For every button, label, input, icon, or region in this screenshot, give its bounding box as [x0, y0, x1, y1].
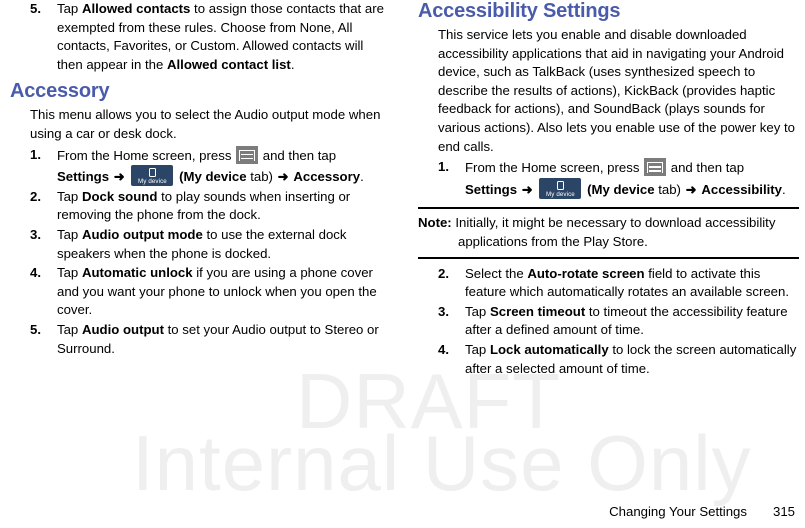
step-text: From the Home screen, press and then tap… [465, 158, 799, 200]
arrow-right-icon: ➜ [521, 181, 533, 197]
step-text-part: Tap [57, 1, 82, 16]
target-menu-label: Accessibility [701, 181, 782, 197]
my-device-icon-label: My device [546, 190, 575, 198]
step-number: 5. [30, 1, 41, 16]
accessibility-step-list-2: 2. Select the Auto-rotate screen field t… [418, 265, 799, 379]
tab-suffix: tab) [654, 181, 681, 197]
footer-page-number: 315 [772, 504, 795, 519]
phone-glyph-icon [556, 180, 564, 190]
page-footer: Changing Your Settings 315 [609, 504, 795, 520]
list-item: 2. Tap Dock sound to play sounds when in… [10, 188, 391, 225]
my-device-tab-label: My device [591, 181, 655, 197]
step-text-part: Tap [57, 321, 82, 337]
step-text: From the Home screen, press and then tap… [57, 145, 391, 187]
step-bold-term: Audio output [81, 321, 164, 337]
step-bold-term: Allowed contact list [166, 56, 291, 72]
step-text-part: Tap [57, 188, 82, 204]
step-text-part: and then tap [667, 160, 745, 176]
step-bold-term: Dock sound [81, 188, 158, 204]
list-item: 3. Tap Audio output mode to use the exte… [10, 226, 391, 263]
note-text-line2: applications from the Play Store. [458, 233, 648, 249]
settings-label: Settings [57, 169, 110, 185]
list-item: 5. Tap Audio output to set your Audio ou… [10, 321, 391, 358]
list-item: 3. Tap Screen timeout to timeout the acc… [418, 303, 799, 340]
step-text: Tap Dock sound to play sounds when inser… [57, 189, 350, 223]
arrow-right-icon: ➜ [113, 169, 125, 185]
accessibility-step-list-1: 1. From the Home screen, press and then … [418, 158, 799, 199]
step-text-part: and then tap [259, 147, 337, 163]
accessory-step-list: 1. From the Home screen, press and then … [10, 145, 391, 359]
step-bold-term: Auto-rotate screen [527, 265, 645, 281]
note-label: Note: [418, 215, 452, 231]
note-callout: Note: Initially, it might be necessary t… [418, 207, 799, 259]
note-rule-bottom [418, 256, 799, 259]
step-number: 2. [30, 188, 41, 204]
step-bold-term: Allowed contacts [81, 1, 191, 16]
my-device-tab-icon: My device [131, 165, 174, 187]
step-number: 2. [438, 265, 449, 281]
menu-key-icon [644, 158, 667, 177]
step-text-part: From the Home screen, press [57, 147, 236, 163]
accessory-intro-paragraph: This menu allows you to select the Audio… [30, 107, 381, 141]
note-text: Initially, it might be necessary to down… [451, 215, 776, 231]
step-bold-term: Lock automatically [489, 341, 609, 357]
step-text: Select the Auto-rotate screen field to a… [465, 266, 789, 300]
step-text-part: Tap [57, 226, 82, 242]
step-text-part: Select the [465, 265, 528, 281]
my-device-tab-icon: My device [539, 177, 582, 199]
step-bold-term: Screen timeout [489, 303, 586, 319]
step-text-part: Tap [57, 265, 82, 281]
step-number: 1. [438, 159, 449, 175]
list-item: 4. Tap Lock automatically to lock the sc… [418, 341, 799, 378]
step-number: 4. [438, 341, 449, 357]
list-item: 4. Tap Automatic unlock if you are using… [10, 264, 391, 320]
step-text: Tap Audio output to set your Audio outpu… [57, 322, 379, 356]
step-bold-term: Automatic unlock [81, 265, 193, 281]
list-item: 2. Select the Auto-rotate screen field t… [418, 265, 799, 302]
period: . [782, 181, 786, 197]
right-column: Accessibility Settings This service lets… [418, 0, 799, 379]
note-body: Note: Initially, it might be necessary t… [418, 209, 799, 256]
arrow-right-icon: ➜ [277, 169, 289, 185]
step-text: Tap Allowed contacts to assign those con… [57, 1, 384, 72]
step-text-line2: Settings ➜ My device (My device tab) ➜ A… [57, 165, 391, 187]
step-text: Tap Lock automatically to lock the scree… [465, 342, 796, 376]
step-number: 4. [30, 265, 41, 281]
list-item: 5. Tap Allowed contacts to assign those … [10, 0, 391, 74]
section-heading-accessory: Accessory [10, 80, 110, 103]
tab-suffix: tab) [246, 169, 273, 185]
settings-label: Settings [465, 181, 518, 197]
left-column: 5. Tap Allowed contacts to assign those … [10, 0, 391, 359]
list-item: 1. From the Home screen, press and then … [418, 158, 799, 199]
step-number: 3. [30, 226, 41, 242]
period: . [360, 169, 364, 185]
step-text: Tap Automatic unlock if you are using a … [57, 265, 377, 317]
step-text-part: Tap [465, 341, 490, 357]
step-text: Tap Audio output mode to use the externa… [57, 227, 346, 261]
my-device-icon-label: My device [138, 178, 167, 186]
footer-chapter-title: Changing Your Settings [609, 504, 747, 519]
manual-page: 5. Tap Allowed contacts to assign those … [0, 0, 805, 528]
continued-step-list: 5. Tap Allowed contacts to assign those … [10, 0, 391, 74]
step-text: Tap Screen timeout to timeout the access… [465, 304, 788, 338]
step-text-part: Tap [465, 303, 490, 319]
step-bold-term: Audio output mode [81, 226, 203, 242]
step-text-part: . [290, 56, 295, 72]
target-menu-label: Accessory [293, 169, 361, 185]
list-item: 1. From the Home screen, press and then … [10, 145, 391, 187]
section-heading-accessibility-settings: Accessibility Settings [418, 0, 621, 22]
step-number: 3. [438, 303, 449, 319]
accessibility-intro-paragraph: This service lets you enable and disable… [438, 27, 795, 154]
menu-key-icon [236, 145, 259, 164]
my-device-tab-label: My device [183, 169, 247, 185]
step-number: 1. [30, 146, 41, 162]
step-text-part: From the Home screen, press [465, 160, 644, 176]
step-number: 5. [30, 321, 41, 337]
arrow-right-icon: ➜ [685, 181, 697, 197]
step-text-line2: Settings ➜ My device (My device tab) ➜ A… [465, 177, 799, 200]
phone-glyph-icon [148, 168, 156, 178]
